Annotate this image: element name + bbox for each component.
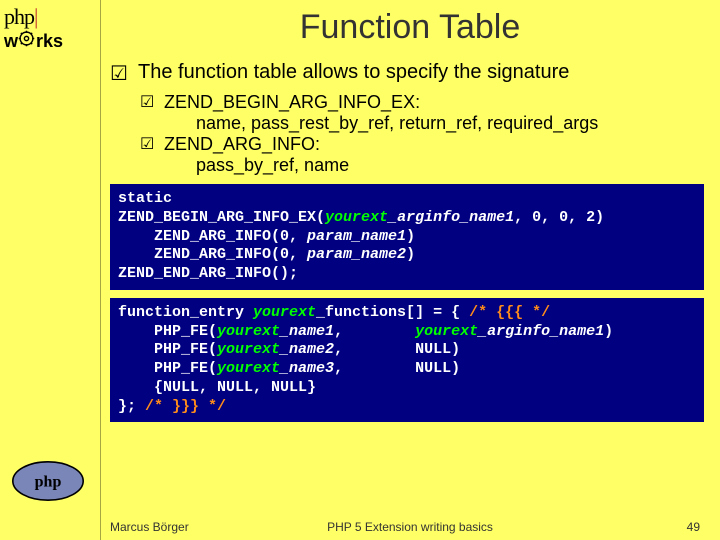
sub-bullet-head: ZEND_ARG_INFO: (164, 134, 710, 155)
slide-content: Function Table ☑ The function table allo… (110, 0, 710, 422)
checkbox-icon: ☑ (140, 92, 164, 112)
sub-bullet-detail: name, pass_rest_by_ref, return_ref, requ… (196, 113, 710, 134)
sub-bullet-detail: pass_by_ref, name (196, 155, 710, 176)
sub-bullets: ☑ ZEND_BEGIN_ARG_INFO_EX: name, pass_res… (140, 92, 710, 176)
gear-icon (18, 30, 35, 52)
sidebar: php| w rks php (0, 0, 100, 540)
footer-author: Marcus Börger (110, 520, 189, 534)
slide-footer: Marcus Börger PHP 5 Extension writing ba… (110, 520, 710, 534)
logo-works-row: w rks (4, 30, 96, 52)
slide-title: Function Table (110, 8, 710, 47)
phpworks-logo: php| w rks (4, 4, 96, 52)
php-elephant-logo: php (8, 457, 88, 510)
sub-bullet: ☑ ZEND_ARG_INFO: pass_by_ref, name (140, 134, 710, 176)
footer-page-number: 49 (687, 520, 700, 534)
main-bullet-text: The function table allows to specify the… (138, 61, 569, 84)
logo-works-text: rks (36, 31, 63, 52)
logo-pipe: | (34, 4, 37, 29)
logo-php-text: php (4, 4, 34, 29)
code-block-functions: function_entry yourext_functions[] = { /… (110, 298, 704, 423)
sub-bullet: ☑ ZEND_BEGIN_ARG_INFO_EX: name, pass_res… (140, 92, 710, 134)
svg-text:php: php (35, 474, 62, 491)
checkbox-icon: ☑ (140, 134, 164, 154)
main-bullet: ☑ The function table allows to specify t… (110, 61, 710, 86)
code-block-arginfo: static ZEND_BEGIN_ARG_INFO_EX(yourext_ar… (110, 184, 704, 290)
footer-title: PHP 5 Extension writing basics (327, 520, 493, 534)
sub-bullet-head: ZEND_BEGIN_ARG_INFO_EX: (164, 92, 710, 113)
checkbox-icon: ☑ (110, 61, 138, 86)
vertical-divider (100, 0, 101, 540)
